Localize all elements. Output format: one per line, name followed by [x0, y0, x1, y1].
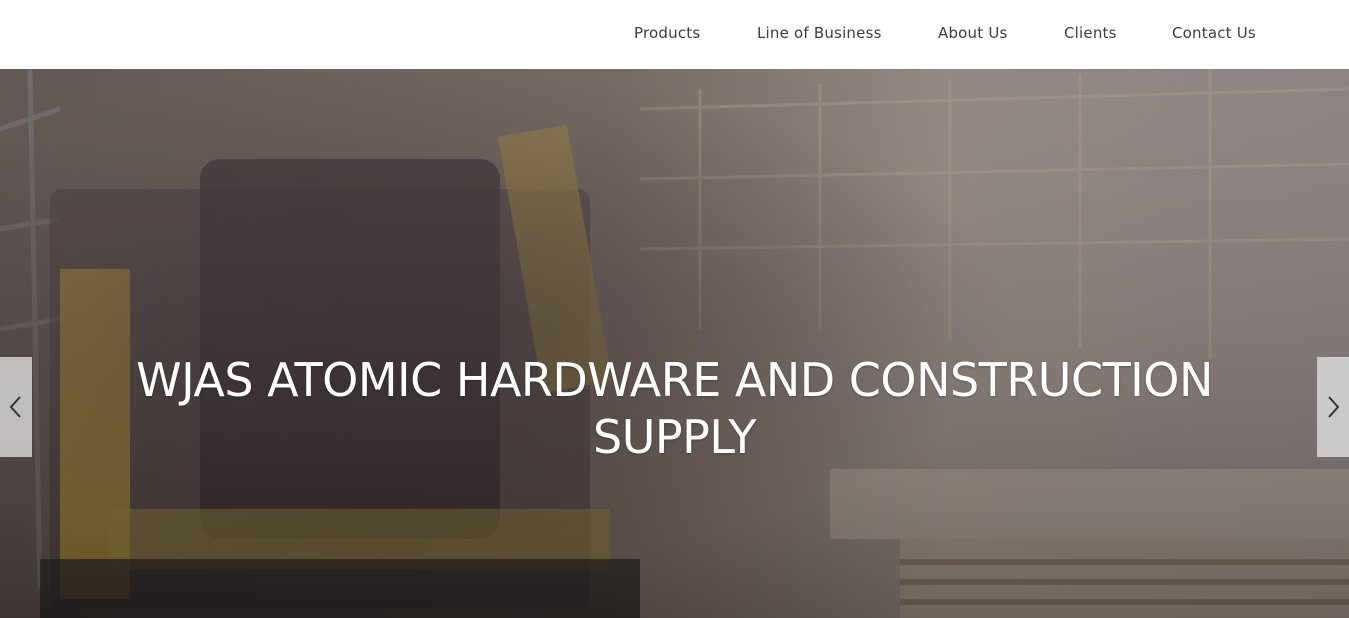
top-navigation-bar: Products Line of Business About Us Clien… [0, 0, 1349, 69]
chevron-right-icon [1328, 396, 1340, 418]
hero-background-image [0, 69, 1349, 618]
hero-title: WJAS ATOMIC HARDWARE AND CONSTRUCTION SU… [0, 352, 1349, 466]
main-nav: Products Line of Business About Us Clien… [0, 0, 1349, 69]
slider-prev-button[interactable] [0, 357, 32, 457]
nav-item-contact-us[interactable]: Contact Us [1172, 24, 1256, 42]
chevron-left-icon [9, 396, 21, 418]
slider-next-button[interactable] [1317, 357, 1349, 457]
nav-item-products[interactable]: Products [634, 24, 700, 42]
nav-item-line-of-business[interactable]: Line of Business [757, 24, 882, 42]
hero-title-line-1: WJAS ATOMIC HARDWARE AND CONSTRUCTION [136, 353, 1213, 407]
nav-item-about-us[interactable]: About Us [938, 24, 1008, 42]
hero-slider: WJAS ATOMIC HARDWARE AND CONSTRUCTION SU… [0, 69, 1349, 618]
hero-title-line-2: SUPPLY [593, 410, 756, 464]
nav-item-clients[interactable]: Clients [1064, 24, 1117, 42]
